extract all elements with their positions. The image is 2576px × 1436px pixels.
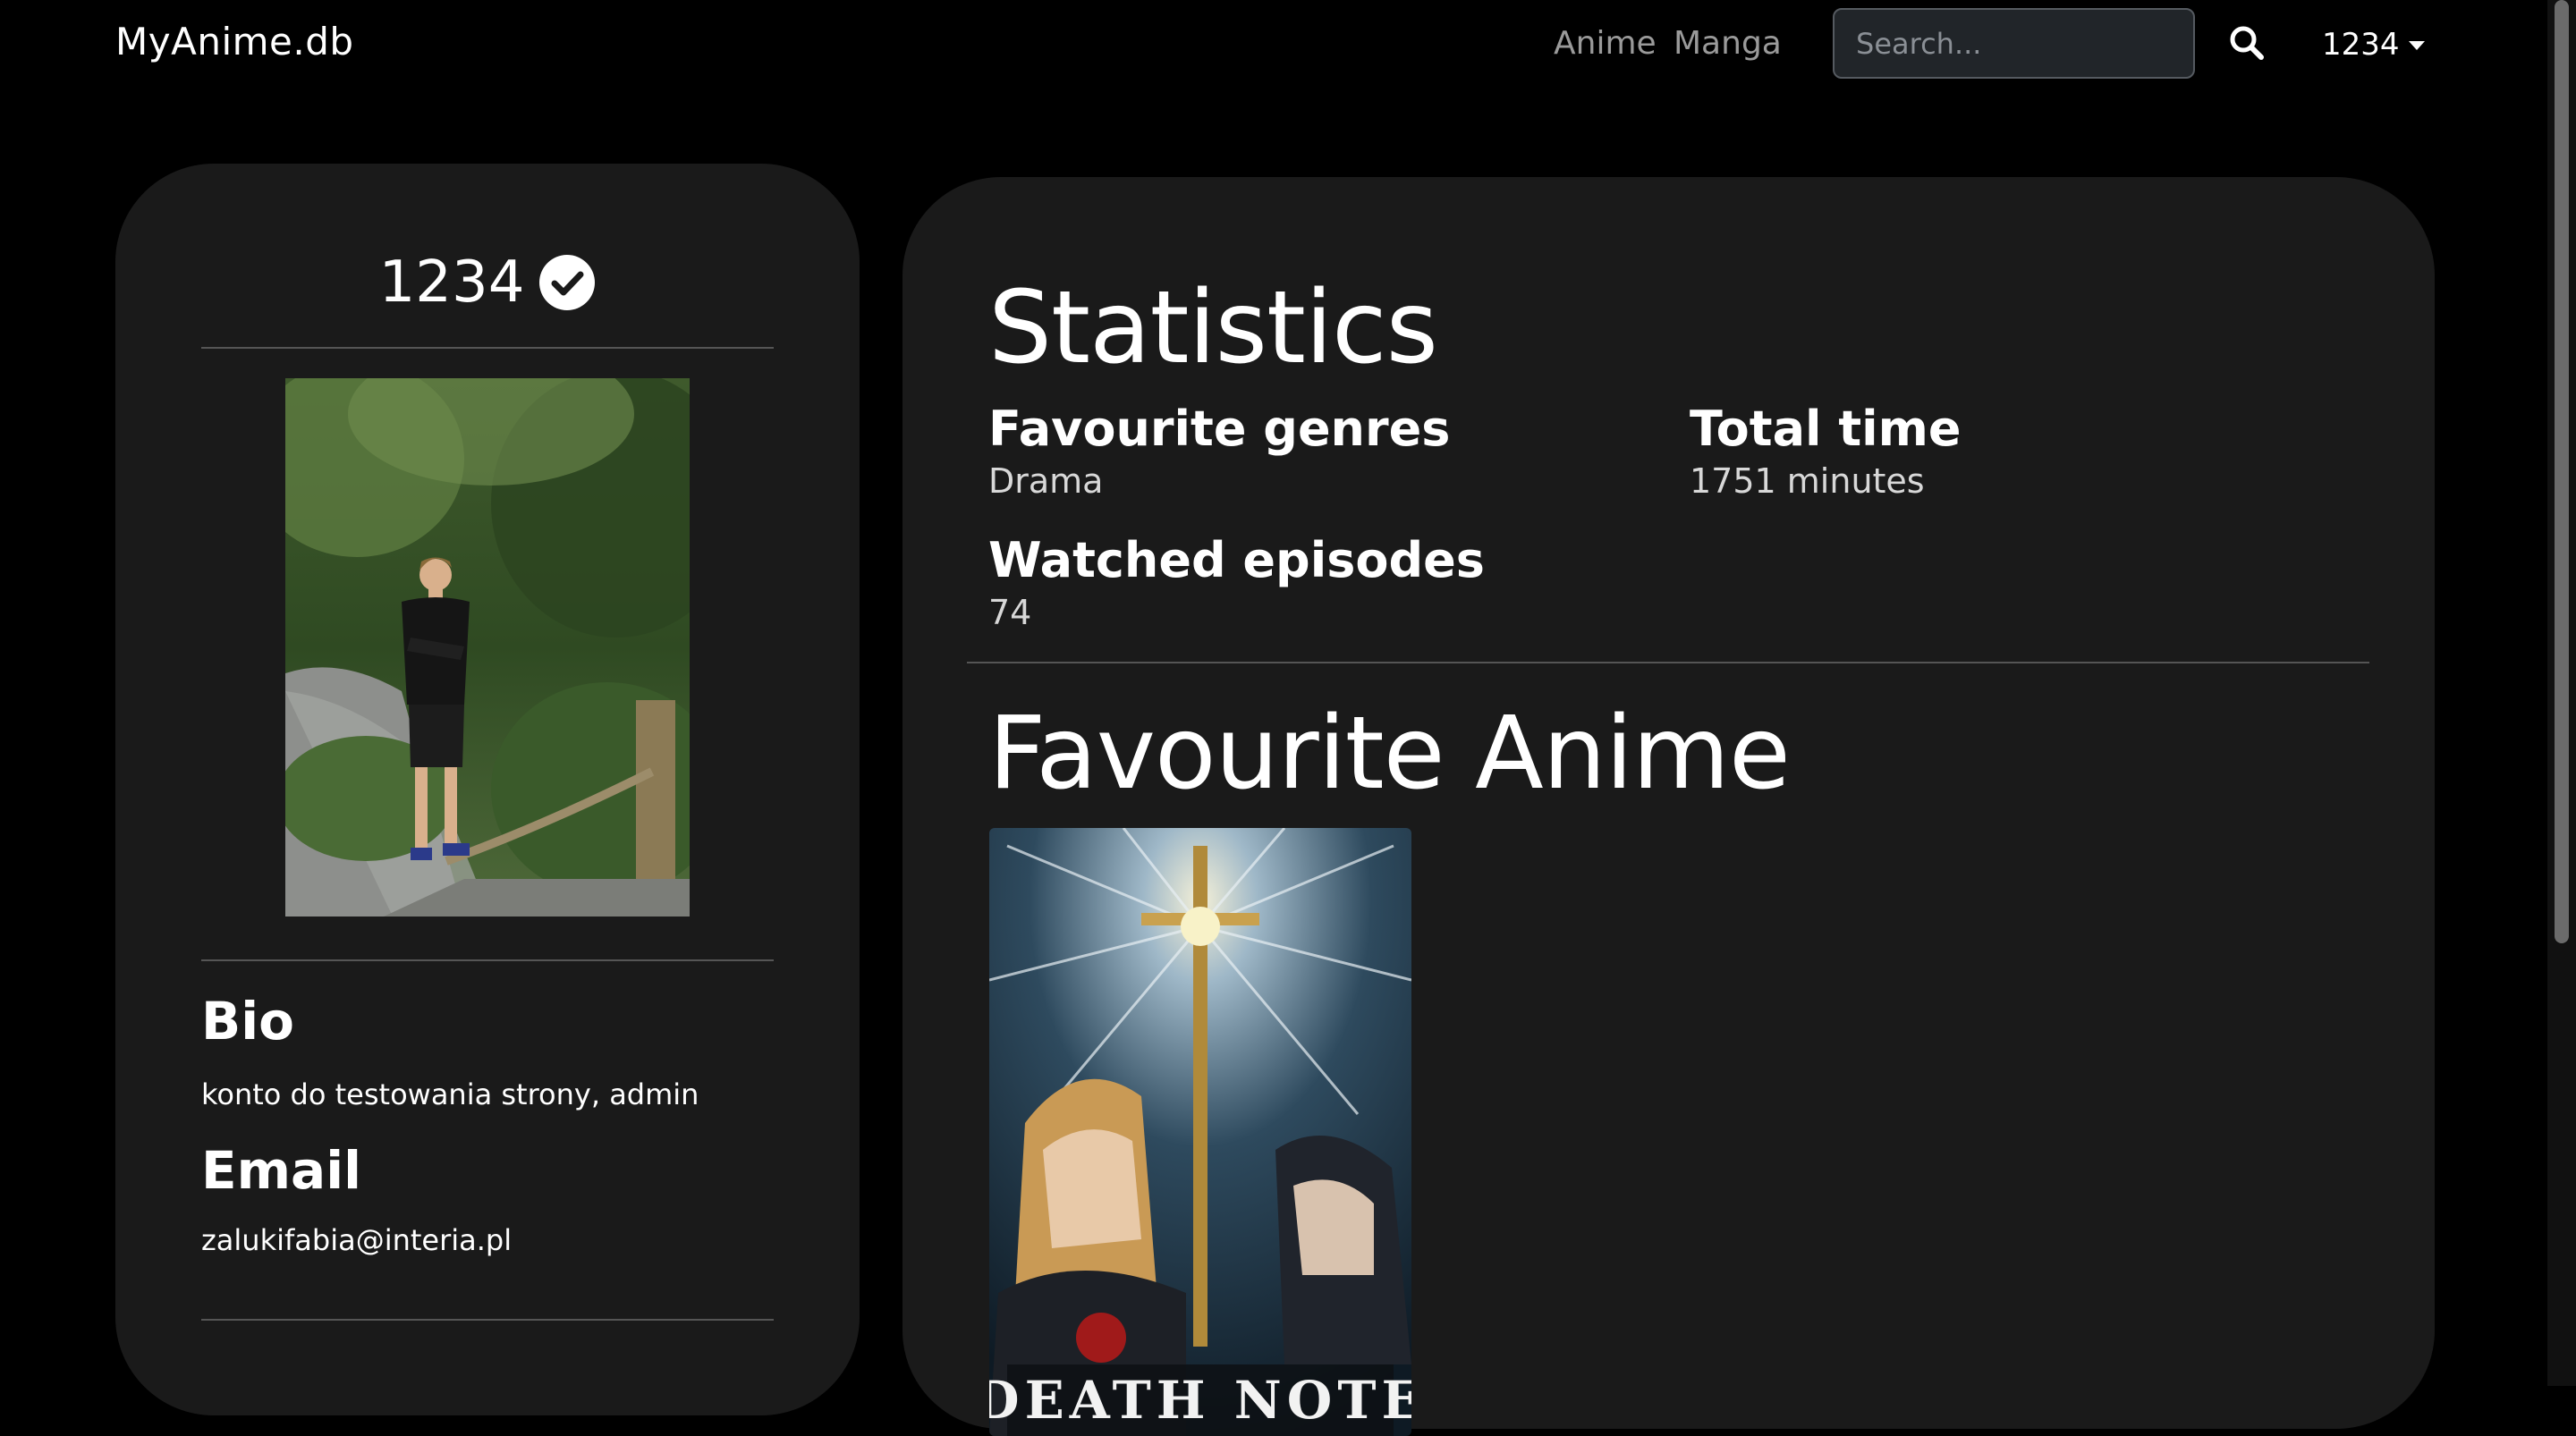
nav-link-anime[interactable]: Anime — [1554, 25, 1657, 62]
search-input[interactable] — [1833, 8, 2195, 79]
favourite-genres-label: Favourite genres — [988, 401, 1451, 457]
navbar: MyAnime.db Anime Manga 1234 — [0, 0, 2576, 89]
divider — [967, 662, 2369, 663]
profile-card: 1234 Bio konto do testowania strony, adm… — [115, 164, 860, 1415]
verified-check-icon — [539, 255, 596, 310]
anime-poster-image: DEATH NOTE — [989, 828, 1411, 1436]
watched-episodes-label: Watched episodes — [988, 532, 1485, 588]
profile-username: 1234 — [378, 249, 525, 316]
email-heading: Email — [201, 1140, 361, 1201]
divider — [201, 959, 774, 961]
profile-avatar — [285, 378, 690, 917]
poster-title-text: DEATH NOTE — [989, 1370, 1411, 1431]
total-time-value: 1751 minutes — [1690, 461, 1925, 501]
scrollbar-thumb[interactable] — [2555, 0, 2569, 943]
divider — [201, 1319, 774, 1321]
statistics-title: Statistics — [988, 270, 1438, 386]
favourite-anime-title: Favourite Anime — [988, 696, 1791, 812]
email-text: zalukifabia@interia.pl — [201, 1223, 513, 1257]
total-time-label: Total time — [1690, 401, 1962, 457]
search-button[interactable] — [2227, 23, 2267, 63]
user-dropdown-label: 1234 — [2322, 27, 2400, 63]
user-dropdown[interactable]: 1234 — [2322, 27, 2425, 63]
favourite-anime-poster[interactable]: DEATH NOTE — [989, 828, 1411, 1436]
statistics-card: Statistics Favourite genres Drama Total … — [902, 177, 2435, 1436]
watched-episodes-value: 74 — [988, 593, 1032, 632]
username-row: 1234 — [115, 249, 860, 316]
divider — [201, 347, 774, 349]
bio-heading: Bio — [201, 991, 294, 1052]
nav-link-manga[interactable]: Manga — [1674, 25, 1782, 62]
brand-logo[interactable]: MyAnime.db — [115, 20, 354, 63]
search-icon — [2230, 26, 2264, 60]
favourite-genres-value: Drama — [988, 461, 1104, 501]
caret-down-icon — [2408, 41, 2425, 50]
bio-text: konto do testowania strony, admin — [201, 1077, 699, 1111]
